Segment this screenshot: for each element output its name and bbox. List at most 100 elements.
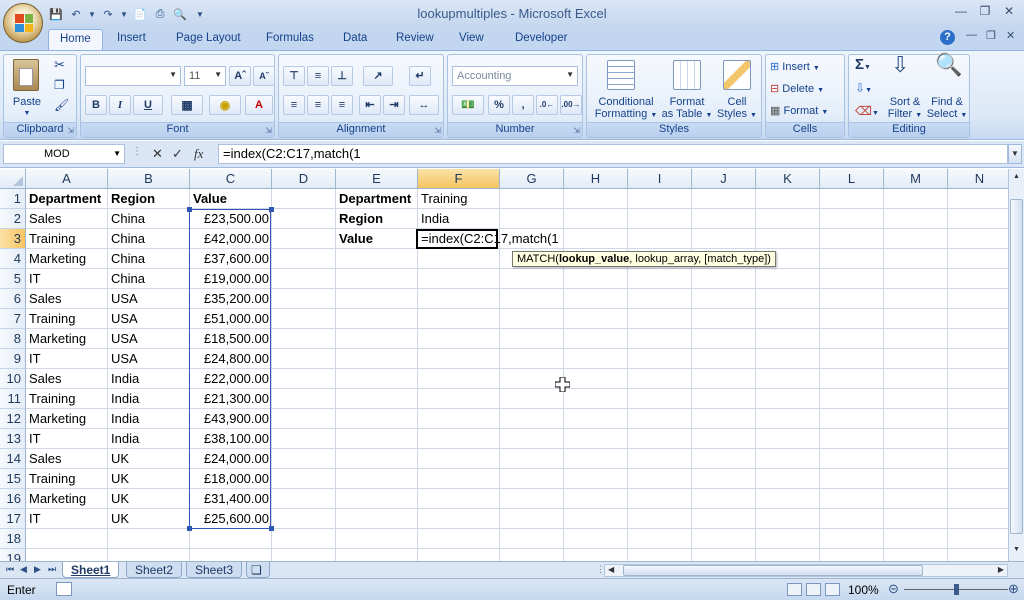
cell-styles-icon[interactable] (723, 60, 751, 90)
office-button[interactable] (3, 3, 43, 43)
currency-format-icon[interactable]: 💵 (452, 95, 484, 115)
lookup-value-cell[interactable]: =index(C2:C17,match(1 (418, 229, 559, 249)
restore-icon[interactable]: ❐ (974, 4, 996, 22)
table-cell[interactable]: Marketing (26, 489, 108, 509)
align-bottom-icon[interactable]: ⊥ (331, 66, 353, 86)
row-header-9[interactable]: 9 (0, 349, 26, 369)
align-left-icon[interactable]: ≡ (283, 95, 305, 115)
table-cell[interactable]: USA (108, 329, 190, 349)
conditional-formatting-icon[interactable] (607, 60, 635, 90)
format-as-table-button[interactable]: Format as Table ▼ (661, 96, 713, 122)
format-as-table-icon[interactable] (673, 60, 701, 90)
row-header-7[interactable]: 7 (0, 309, 26, 329)
close-icon[interactable]: ✕ (998, 4, 1020, 22)
enter-entry-icon[interactable]: ✓ (172, 146, 183, 162)
clipboard-launcher-icon[interactable]: ⇲ (67, 126, 74, 135)
row-header-5[interactable]: 5 (0, 269, 26, 289)
scroll-left-icon[interactable]: ◀ (608, 565, 614, 574)
row-header-6[interactable]: 6 (0, 289, 26, 309)
minimize-icon[interactable]: — (950, 4, 972, 22)
table-header-cell[interactable]: Department (26, 189, 108, 209)
horizontal-scroll-thumb[interactable] (623, 565, 923, 576)
range-resize-handle[interactable] (269, 207, 274, 212)
autosum-icon[interactable]: Σ▼ (855, 57, 871, 74)
page-break-view-icon[interactable] (825, 583, 840, 596)
formula-input[interactable]: =index(C2:C17,match(1 (218, 144, 1008, 164)
table-cell[interactable]: Sales (26, 289, 108, 309)
next-sheet-icon[interactable]: ▶ (34, 564, 41, 575)
row-header-17[interactable]: 17 (0, 509, 26, 529)
number-launcher-icon[interactable]: ⇲ (573, 126, 580, 135)
underline-button[interactable]: U (133, 95, 163, 115)
paste-icon[interactable] (13, 59, 39, 91)
table-cell[interactable]: IT (26, 349, 108, 369)
column-header-i[interactable]: I (628, 169, 692, 189)
scroll-right-icon[interactable]: ▶ (998, 565, 1004, 574)
row-header-15[interactable]: 15 (0, 469, 26, 489)
range-resize-handle[interactable] (187, 526, 192, 531)
vertical-scrollbar[interactable]: ▲ ▼ (1008, 169, 1024, 561)
table-cell[interactable]: India (108, 429, 190, 449)
increase-decimal-icon[interactable]: .0← (536, 95, 558, 115)
scroll-up-icon[interactable]: ▲ (1010, 170, 1023, 184)
zoom-slider-thumb[interactable] (954, 584, 959, 595)
percent-style-button[interactable]: % (488, 95, 510, 115)
row-header-11[interactable]: 11 (0, 389, 26, 409)
insert-sheet-icon[interactable]: ❏ (246, 562, 270, 578)
table-cell[interactable]: USA (108, 309, 190, 329)
row-header-2[interactable]: 2 (0, 209, 26, 229)
column-header-f[interactable]: F (418, 169, 500, 189)
conditional-formatting-button[interactable]: Conditional Formatting ▼ (591, 96, 661, 122)
macro-record-icon[interactable] (56, 582, 72, 596)
lookup-value-cell[interactable]: India (418, 209, 500, 229)
name-box[interactable]: MOD ▼ (3, 144, 125, 164)
table-cell[interactable]: Sales (26, 209, 108, 229)
binoculars-icon[interactable]: 🔍 (935, 54, 962, 76)
table-cell[interactable]: Sales (26, 369, 108, 389)
italic-button[interactable]: I (109, 95, 131, 115)
column-header-c[interactable]: C (190, 169, 272, 189)
number-format-select[interactable]: Accounting ▼ (452, 66, 578, 86)
increase-indent-icon[interactable]: ⇥ (383, 95, 405, 115)
table-cell[interactable]: Marketing (26, 329, 108, 349)
column-header-g[interactable]: G (500, 169, 564, 189)
find-select-button[interactable]: Find & Select ▼ (925, 96, 969, 122)
page-layout-view-icon[interactable] (806, 583, 821, 596)
tab-home[interactable]: Home (48, 29, 103, 50)
cell-styles-button[interactable]: Cell Styles ▼ (713, 96, 761, 122)
paste-button[interactable]: Paste (12, 96, 42, 108)
alignment-launcher-icon[interactable]: ⇲ (434, 126, 441, 135)
table-cell[interactable]: UK (108, 469, 190, 489)
table-cell[interactable]: UK (108, 489, 190, 509)
normal-view-icon[interactable] (787, 583, 802, 596)
orientation-icon[interactable]: ↗ (363, 66, 393, 86)
zoom-in-icon[interactable]: ⊕ (1008, 581, 1019, 597)
column-header-d[interactable]: D (272, 169, 336, 189)
table-header-cell[interactable]: Region (108, 189, 190, 209)
sort-filter-button[interactable]: Sort & Filter ▼ (883, 96, 927, 122)
table-header-cell[interactable]: Value (190, 189, 272, 209)
sheet-tab-sheet1[interactable]: Sheet1 (62, 562, 120, 578)
fill-icon[interactable]: ⇩▼ (855, 82, 872, 97)
column-header-m[interactable]: M (884, 169, 948, 189)
tab-insert[interactable]: Insert (117, 32, 146, 44)
table-cell[interactable]: Training (26, 469, 108, 489)
column-header-e[interactable]: E (336, 169, 418, 189)
table-cell[interactable]: China (108, 229, 190, 249)
delete-cells-button[interactable]: ⊟ Delete ▼ (770, 83, 824, 97)
vertical-scroll-thumb[interactable] (1010, 199, 1023, 534)
align-right-icon[interactable]: ≡ (331, 95, 353, 115)
table-cell[interactable]: Marketing (26, 249, 108, 269)
table-cell[interactable]: IT (26, 429, 108, 449)
row-header-3[interactable]: 3 (0, 229, 26, 249)
column-header-b[interactable]: B (108, 169, 190, 189)
lookup-value-cell[interactable]: Training (418, 189, 500, 209)
worksheet-grid[interactable]: A B C D E F G H I J K L M N 1 2 3 4 5 6 7 8 9 10 11 12 13 14 15 16 17 1… (0, 169, 1008, 561)
tab-formulas[interactable]: Formulas (266, 32, 314, 44)
tooltip-function-name[interactable]: MATCH( (517, 253, 559, 265)
workbook-close-icon[interactable]: ✕ (1006, 29, 1015, 42)
lookup-label-cell[interactable]: Department (336, 189, 418, 209)
table-cell[interactable]: China (108, 269, 190, 289)
format-painter-icon[interactable]: 🖌 (54, 99, 69, 111)
horizontal-scrollbar[interactable]: ◀ ▶ (604, 564, 1008, 577)
